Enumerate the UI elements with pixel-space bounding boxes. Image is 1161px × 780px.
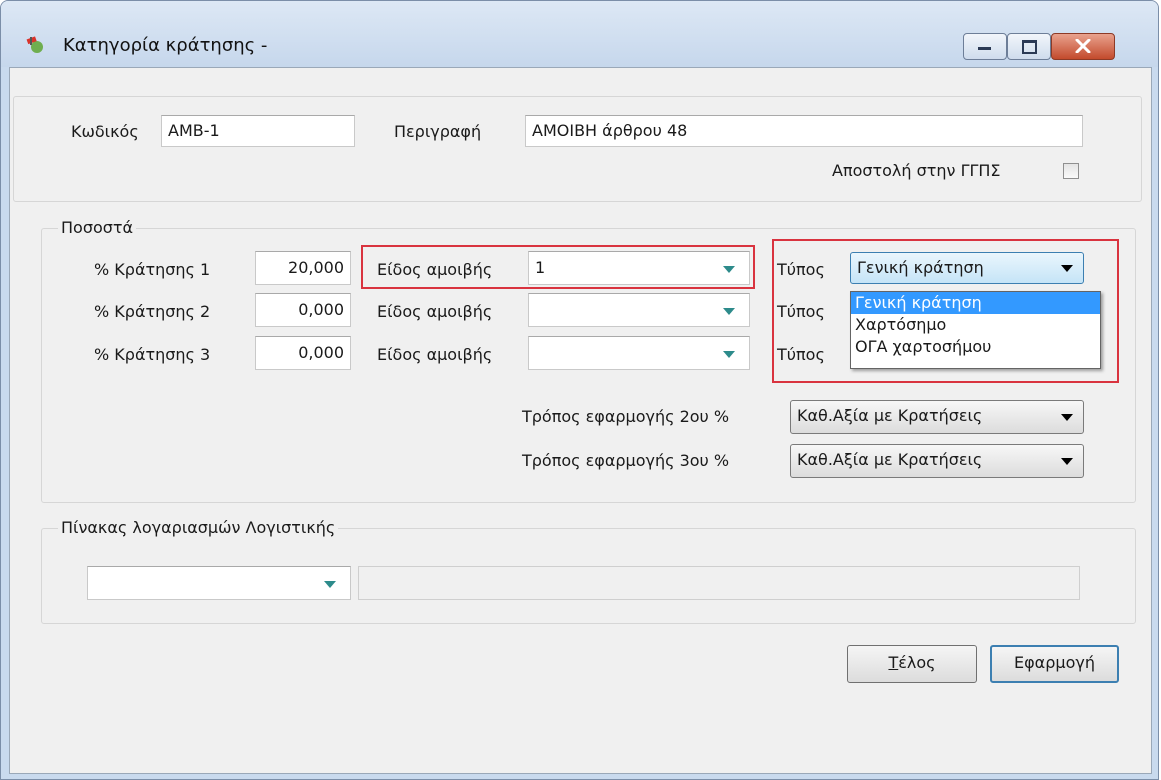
title-bar: Κατηγορία κράτησης - — [1, 1, 1158, 67]
maximize-icon — [1022, 40, 1037, 54]
dialog-content: Κωδικός AMB-1 Περιγραφή ΑΜΟΙΒΗ άρθρου 48… — [9, 67, 1152, 774]
code-input[interactable]: AMB-1 — [161, 115, 355, 147]
method-3-select[interactable]: Καθ.Αξία με Κρατήσεις — [790, 444, 1084, 478]
chevron-down-icon — [1061, 414, 1073, 421]
fee-type-3-label: Είδος αμοιβής — [377, 345, 493, 364]
apply-button[interactable]: Εφαρμογή — [990, 645, 1119, 683]
minimize-icon — [978, 47, 991, 50]
dialog-window: Κατηγορία κράτησης - Κωδικός AMB-1 Περιγ… — [0, 0, 1159, 780]
fee-type-2-arrow-icon[interactable] — [723, 308, 735, 315]
chevron-down-icon — [1061, 458, 1073, 465]
fee-type-3-arrow-icon[interactable] — [723, 351, 735, 358]
end-button[interactable]: Τέλος — [847, 645, 977, 683]
close-button[interactable] — [1051, 33, 1115, 60]
app-icon — [26, 36, 43, 53]
description-input[interactable]: ΑΜΟΙΒΗ άρθρου 48 — [525, 115, 1083, 147]
account-description-field — [358, 566, 1080, 600]
fee-type-3-combo[interactable] — [528, 336, 750, 370]
window-title: Κατηγορία κράτησης - — [63, 35, 268, 56]
end-button-label: έλος — [898, 653, 936, 672]
rate-3-input[interactable]: 0,000 — [255, 336, 351, 370]
method-3-label: Τρόπος εφαρμογής 3ου % — [522, 451, 730, 470]
apply-button-label: Εφαρμογή — [1014, 653, 1095, 672]
fee-type-2-label: Είδος αμοιβής — [377, 302, 493, 321]
account-arrow-icon[interactable] — [324, 581, 336, 588]
description-label: Περιγραφή — [394, 122, 482, 141]
type-highlight — [772, 239, 1119, 383]
fee-type-1-highlight — [361, 245, 755, 289]
rate-3-label: % Κράτησης 3 — [94, 345, 211, 364]
send-ggps-label: Αποστολή στην ΓΓΠΣ — [832, 161, 1001, 180]
method-3-value: Καθ.Αξία με Κρατήσεις — [797, 450, 983, 469]
send-ggps-checkbox[interactable] — [1063, 163, 1079, 179]
method-2-select[interactable]: Καθ.Αξία με Κρατήσεις — [790, 400, 1084, 434]
accounts-legend: Πίνακας λογαριασμών Λογιστικής — [58, 518, 339, 537]
close-icon — [1075, 39, 1091, 53]
rate-1-input[interactable]: 20,000 — [255, 251, 351, 285]
general-group: Κωδικός AMB-1 Περιγραφή ΑΜΟΙΒΗ άρθρου 48… — [13, 96, 1142, 202]
rate-2-label: % Κράτησης 2 — [94, 302, 211, 321]
end-button-mnemonic: Τ — [888, 653, 899, 672]
minimize-button[interactable] — [963, 33, 1007, 60]
fee-type-2-combo[interactable] — [528, 293, 750, 327]
maximize-button[interactable] — [1007, 33, 1051, 60]
method-2-value: Καθ.Αξία με Κρατήσεις — [797, 406, 983, 425]
account-combo[interactable] — [87, 566, 351, 600]
percentages-legend: Ποσοστά — [58, 218, 137, 237]
rate-2-input[interactable]: 0,000 — [255, 293, 351, 327]
rate-1-label: % Κράτησης 1 — [94, 260, 211, 279]
code-label: Κωδικός — [71, 122, 139, 141]
method-2-label: Τρόπος εφαρμογής 2ου % — [522, 407, 730, 426]
